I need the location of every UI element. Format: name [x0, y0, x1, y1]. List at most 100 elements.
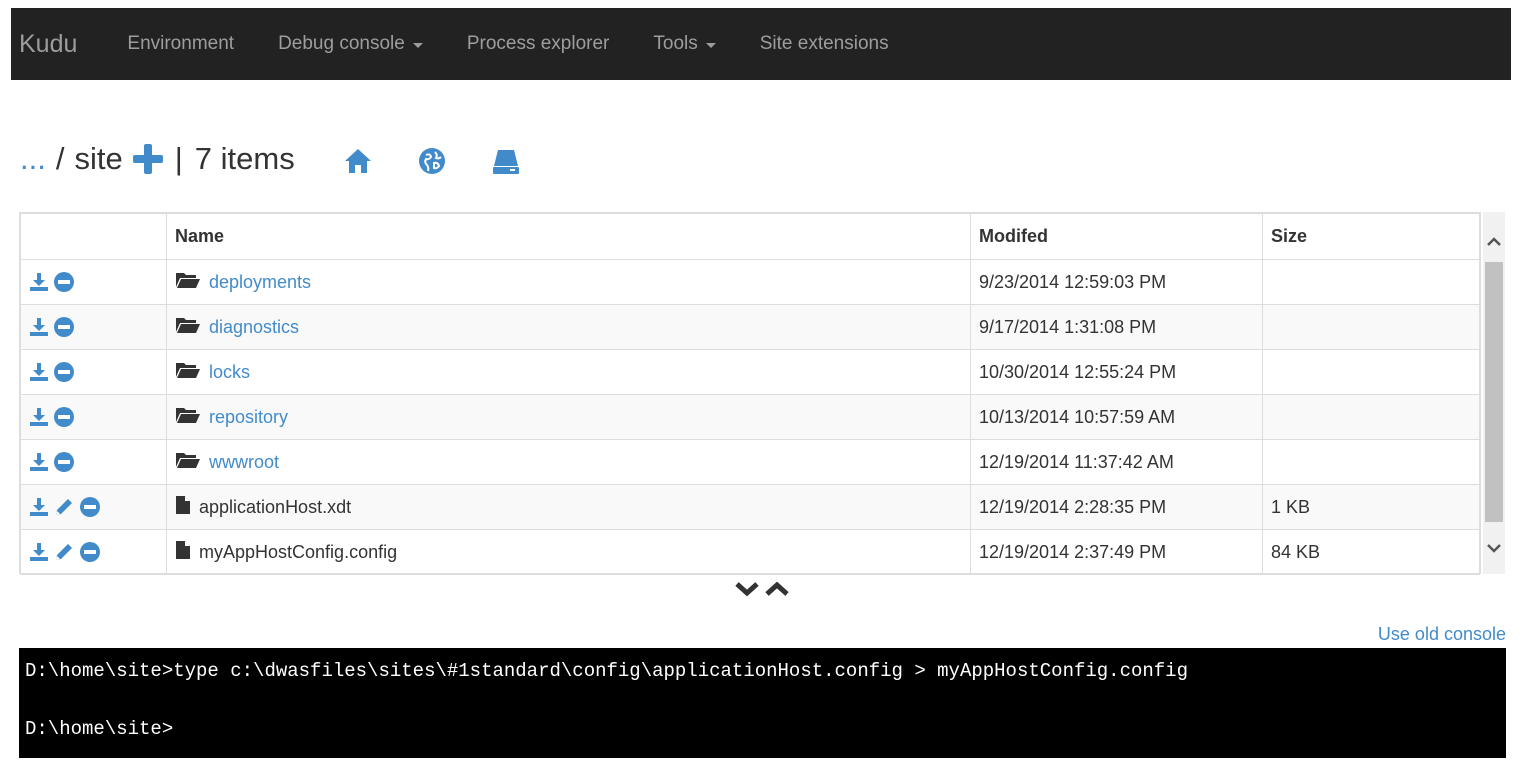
folder-icon: [175, 405, 201, 430]
row-actions: [20, 259, 167, 305]
folder-link[interactable]: locks: [209, 362, 250, 383]
nav-debug-console-label: Debug console: [278, 33, 405, 54]
download-icon[interactable]: [29, 317, 49, 337]
row-modified: 9/23/2014 12:59:03 PM: [970, 259, 1263, 305]
row-size: 84 KB: [1262, 529, 1480, 575]
table-row: diagnostics 9/17/2014 1:31:08 PM: [20, 304, 1480, 350]
delete-icon[interactable]: [53, 271, 75, 293]
table-row: deployments 9/23/2014 12:59:03 PM: [20, 259, 1480, 305]
table-scrollbar[interactable]: [1483, 212, 1505, 574]
item-count: 7 items: [194, 141, 295, 176]
folder-icon: [175, 315, 201, 340]
row-modified: 9/17/2014 1:31:08 PM: [970, 304, 1263, 350]
nav-tools-label: Tools: [653, 33, 698, 54]
row-modified: 10/13/2014 10:57:59 AM: [970, 394, 1263, 440]
brand-logo[interactable]: Kudu: [19, 30, 77, 59]
download-icon[interactable]: [29, 362, 49, 382]
breadcrumb-icons: [343, 146, 521, 181]
row-name-cell: myAppHostConfig.config: [166, 529, 971, 575]
nav-environment-label: Environment: [127, 33, 235, 54]
breadcrumb-parent-link[interactable]: ...: [20, 141, 46, 177]
nav-process-explorer-label: Process explorer: [466, 33, 610, 54]
file-name: applicationHost.xdt: [199, 496, 352, 517]
download-icon[interactable]: [29, 452, 49, 472]
row-modified: 10/30/2014 12:55:24 PM: [970, 349, 1263, 395]
chevron-up-icon[interactable]: [1486, 234, 1502, 252]
chevron-down-icon[interactable]: [734, 580, 760, 598]
download-icon[interactable]: [29, 272, 49, 292]
row-size: 1 KB: [1262, 484, 1480, 530]
drive-icon[interactable]: [491, 146, 521, 181]
header-modified[interactable]: Modifed: [970, 213, 1263, 260]
row-name-cell: wwwroot: [166, 439, 971, 485]
use-old-console-link[interactable]: Use old console: [1378, 624, 1506, 645]
row-modified: 12/19/2014 11:37:42 AM: [970, 439, 1263, 485]
delete-icon[interactable]: [79, 541, 101, 563]
debug-console-terminal[interactable]: D:\home\site>type c:\dwasfiles\sites\#1s…: [19, 648, 1506, 758]
breadcrumb-separator: /: [55, 141, 65, 176]
folder-icon: [175, 270, 201, 295]
row-modified: 12/19/2014 2:37:49 PM: [970, 529, 1263, 575]
header-name[interactable]: Name: [166, 213, 971, 260]
nav-process-explorer[interactable]: Process explorer: [467, 33, 610, 55]
download-icon[interactable]: [29, 407, 49, 427]
file-name: myAppHostConfig.config: [199, 541, 398, 562]
caret-down-icon: [412, 43, 423, 48]
folder-icon: [175, 360, 201, 385]
header-size[interactable]: Size: [1262, 213, 1480, 260]
folder-link[interactable]: diagnostics: [209, 317, 299, 338]
folder-link[interactable]: deployments: [209, 272, 311, 293]
delete-icon[interactable]: [53, 316, 75, 338]
header-actions: [20, 213, 167, 260]
delete-icon[interactable]: [53, 451, 75, 473]
console-line: D:\home\site>type c:\dwasfiles\sites\#1s…: [25, 660, 1188, 682]
table-header-row: Name Modifed Size: [20, 213, 1480, 260]
breadcrumb-pipe: |: [174, 141, 183, 176]
file-icon: [175, 540, 191, 565]
download-icon[interactable]: [29, 542, 49, 562]
row-actions: [20, 439, 167, 485]
nav-environment[interactable]: Environment: [127, 33, 234, 55]
row-size: [1262, 304, 1480, 350]
file-icon: [175, 495, 191, 520]
delete-icon[interactable]: [79, 496, 101, 518]
delete-icon[interactable]: [53, 361, 75, 383]
row-name-cell: locks: [166, 349, 971, 395]
resize-controls: [734, 580, 790, 598]
scrollbar-thumb[interactable]: [1485, 262, 1503, 522]
pencil-icon[interactable]: [53, 542, 75, 562]
nav-tools[interactable]: Tools: [653, 33, 716, 55]
row-size: [1262, 259, 1480, 305]
add-icon[interactable]: [132, 144, 163, 174]
folder-icon: [175, 450, 201, 475]
row-modified: 12/19/2014 2:28:35 PM: [970, 484, 1263, 530]
chevron-down-icon[interactable]: [1486, 542, 1502, 560]
folder-link[interactable]: repository: [209, 407, 288, 428]
row-actions: [20, 304, 167, 350]
table-row: repository 10/13/2014 10:57:59 AM: [20, 394, 1480, 440]
file-table: Name Modifed Size deployments 9/23/2014 1…: [19, 212, 1481, 575]
row-name-cell: repository: [166, 394, 971, 440]
pencil-icon[interactable]: [53, 497, 75, 517]
breadcrumb: ... / site | 7 items: [20, 136, 295, 182]
delete-icon[interactable]: [53, 406, 75, 428]
chevron-up-icon[interactable]: [764, 580, 790, 598]
table-row: wwwroot 12/19/2014 11:37:42 AM: [20, 439, 1480, 485]
row-actions: [20, 349, 167, 395]
globe-icon[interactable]: [417, 146, 447, 181]
row-size: [1262, 394, 1480, 440]
row-size: [1262, 439, 1480, 485]
row-actions: [20, 394, 167, 440]
download-icon[interactable]: [29, 497, 49, 517]
row-size: [1262, 349, 1480, 395]
console-prompt[interactable]: D:\home\site>: [25, 715, 1500, 744]
breadcrumb-current: site: [74, 141, 123, 176]
folder-link[interactable]: wwwroot: [209, 452, 279, 473]
nav-debug-console[interactable]: Debug console: [278, 33, 423, 55]
nav-site-extensions[interactable]: Site extensions: [760, 33, 889, 55]
table-row: applicationHost.xdt 12/19/2014 2:28:35 PM…: [20, 484, 1480, 530]
caret-down-icon: [705, 43, 716, 48]
home-icon[interactable]: [343, 146, 373, 181]
row-actions: [20, 484, 167, 530]
